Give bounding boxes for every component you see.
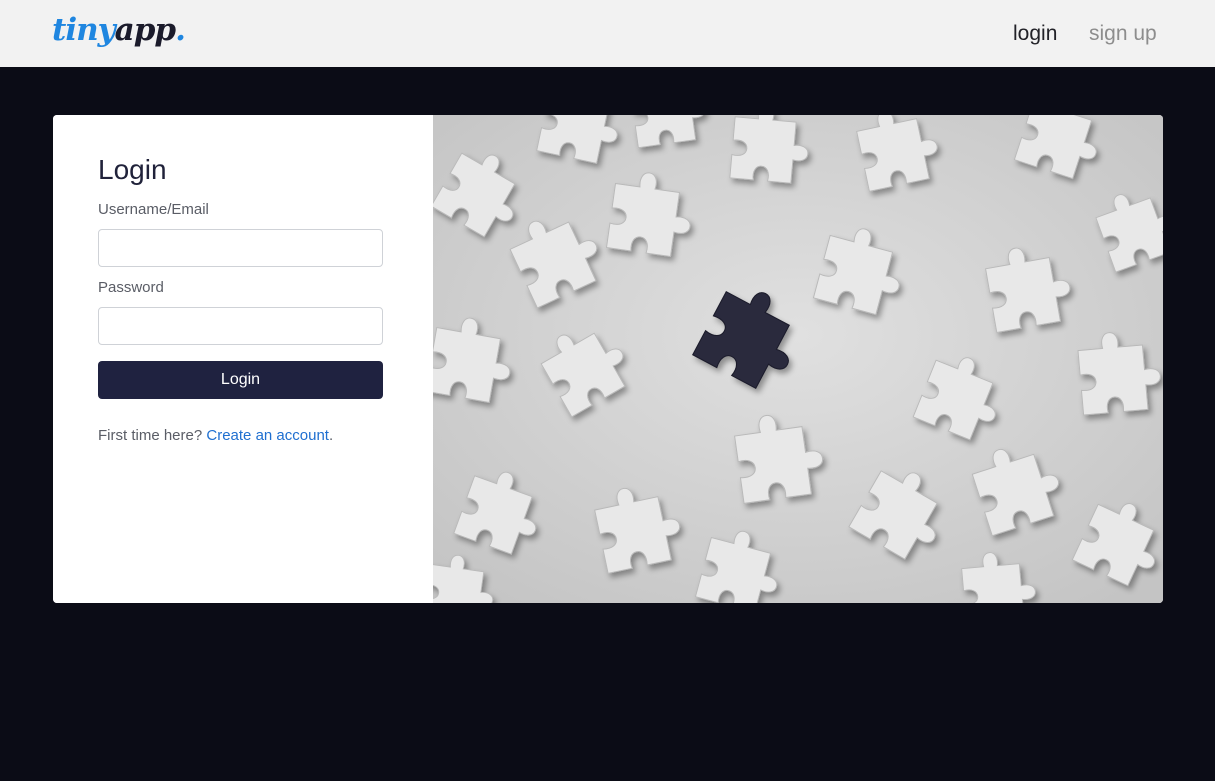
brand-part-dot: .	[175, 12, 186, 48]
trailing-period: .	[328, 427, 334, 444]
nav-login-link[interactable]: login	[1013, 20, 1057, 48]
login-button[interactable]: Login	[98, 361, 383, 399]
brand-part-tiny: tiny	[52, 12, 116, 48]
puzzle-pieces-image	[433, 115, 1163, 603]
brand-part-app: app	[114, 12, 176, 48]
password-input[interactable]	[98, 307, 383, 345]
brand-logo[interactable]: tinyapp.	[52, 8, 186, 52]
password-label: Password	[98, 279, 164, 296]
first-time-text: First time here?	[98, 427, 207, 444]
create-account-link[interactable]: Create an account	[206, 427, 329, 444]
login-form: Login Username/Email Password Login Firs…	[53, 115, 433, 603]
signup-prompt: First time here? Create an account.	[98, 426, 333, 446]
navbar: tinyapp. login sign up	[0, 0, 1215, 67]
username-label: Username/Email	[98, 201, 209, 218]
puzzle-illustration	[433, 115, 1163, 603]
login-card: Login Username/Email Password Login Firs…	[53, 115, 1163, 603]
username-input[interactable]	[98, 229, 383, 267]
login-title: Login	[98, 154, 167, 185]
nav-signup-link[interactable]: sign up	[1089, 20, 1157, 48]
